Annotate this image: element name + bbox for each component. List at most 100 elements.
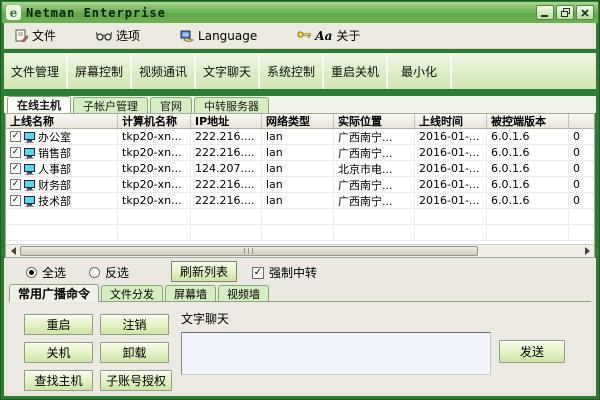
computer-name: tkp20-xn... xyxy=(118,161,191,177)
menu-options[interactable]: 选项 xyxy=(93,25,143,47)
computer-name: tkp20-xn... xyxy=(118,129,191,145)
menu-bar: 文件 选项 Language Aa 关于 xyxy=(4,23,596,49)
online-time: 2016-01-... xyxy=(415,129,487,145)
network-type: lan xyxy=(262,129,334,145)
toolbar-text-chat[interactable]: 文字聊天 xyxy=(196,53,260,89)
chat-label: 文字聊天 xyxy=(181,310,229,327)
extra-value: 0 xyxy=(569,193,594,209)
row-checkbox[interactable]: ✓ xyxy=(10,179,21,190)
extra-value: 0 xyxy=(569,129,594,145)
col-online-time[interactable]: 上线时间 xyxy=(415,114,487,129)
scroll-right-arrow[interactable] xyxy=(580,245,594,257)
ip-address: 222.216.... xyxy=(191,129,262,145)
table-body: ✓办公室 tkp20-xn... 222.216.... lan 广西南宁...… xyxy=(6,129,594,244)
row-checkbox[interactable]: ✓ xyxy=(10,195,21,206)
tab-video-wall[interactable]: 视频墙 xyxy=(218,285,269,302)
row-checkbox[interactable]: ✓ xyxy=(10,131,21,142)
radio-invert-select-dot[interactable] xyxy=(89,267,100,278)
app-logo-icon: e xyxy=(6,5,21,20)
send-button[interactable]: 发送 xyxy=(499,340,565,363)
scrollbar-track[interactable] xyxy=(478,245,580,257)
tab-official-site[interactable]: 官网 xyxy=(150,97,192,113)
radio-invert-select[interactable]: 反选 xyxy=(89,264,129,281)
tab-broadcast-commands[interactable]: 常用广播命令 xyxy=(9,284,99,302)
empty-row xyxy=(6,209,594,225)
toolbar-minimize[interactable]: 最小化 xyxy=(388,53,452,89)
key-icon xyxy=(297,31,311,40)
menu-about[interactable]: Aa 关于 xyxy=(294,25,363,47)
restart-button[interactable]: 重启 xyxy=(24,314,93,335)
menu-file[interactable]: 文件 xyxy=(12,25,59,47)
tab-screen-wall[interactable]: 屏幕墙 xyxy=(165,285,216,302)
client-version: 6.0.1.6 xyxy=(487,161,569,177)
radio-select-all[interactable]: 全选 xyxy=(26,264,66,281)
force-relay-checkbox-group[interactable]: ✓ 强制中转 xyxy=(252,264,317,281)
close-button[interactable] xyxy=(576,5,594,20)
client-version: 6.0.1.6 xyxy=(487,145,569,161)
host-name: 人事部 xyxy=(38,161,71,177)
computer-name: tkp20-xn... xyxy=(118,145,191,161)
location: 广西南宁... xyxy=(334,145,415,161)
glasses-icon xyxy=(96,31,112,41)
restore-button[interactable] xyxy=(556,5,574,20)
host-table: 上线名称 计算机名称 IP地址 网络类型 实际位置 上线时间 被控端版本 ✓办公… xyxy=(5,113,595,258)
scroll-left-arrow[interactable] xyxy=(6,245,20,257)
col-location[interactable]: 实际位置 xyxy=(334,114,415,129)
online-time: 2016-01-... xyxy=(415,145,487,161)
network-type: lan xyxy=(262,193,334,209)
table-row[interactable]: ✓财务部 tkp20-xn... 222.216.... lan 广西南宁...… xyxy=(6,177,594,193)
uninstall-button[interactable]: 卸载 xyxy=(100,342,169,363)
logoff-button[interactable]: 注销 xyxy=(100,314,169,335)
tab-subaccount-manage[interactable]: 子帐户管理 xyxy=(73,97,148,113)
col-online-name[interactable]: 上线名称 xyxy=(6,114,118,129)
minimize-button[interactable] xyxy=(536,5,554,20)
col-computer-name[interactable]: 计算机名称 xyxy=(118,114,191,129)
about-aa-icon: Aa xyxy=(315,29,332,43)
window-title: Netman Enterprise xyxy=(26,6,166,20)
shutdown-button[interactable]: 关机 xyxy=(24,342,93,363)
toolbar-screen-control[interactable]: 屏幕控制 xyxy=(68,53,132,89)
toolbar-system-control[interactable]: 系统控制 xyxy=(260,53,324,89)
table-row[interactable]: ✓办公室 tkp20-xn... 222.216.... lan 广西南宁...… xyxy=(6,129,594,145)
row-checkbox[interactable]: ✓ xyxy=(10,163,21,174)
table-row[interactable]: ✓人事部 tkp20-xn... 124.207.... lan 北京市电...… xyxy=(6,161,594,177)
refresh-list-button[interactable]: 刷新列表 xyxy=(171,261,237,282)
table-row[interactable]: ✓技术部 tkp20-xn... 222.216.... lan 广西南宁...… xyxy=(6,193,594,209)
tab-file-distribution[interactable]: 文件分发 xyxy=(101,285,163,302)
force-relay-checkbox[interactable]: ✓ xyxy=(252,267,264,279)
col-network-type[interactable]: 网络类型 xyxy=(262,114,334,129)
tab-relay-server[interactable]: 中转服务器 xyxy=(194,97,269,113)
location: 广西南宁... xyxy=(334,129,415,145)
menu-language-label: Language xyxy=(198,29,257,43)
location: 广西南宁... xyxy=(334,193,415,209)
subaccount-auth-button[interactable]: 子账号授权 xyxy=(100,370,172,391)
online-time: 2016-01-... xyxy=(415,161,487,177)
menu-language[interactable]: Language xyxy=(177,25,260,47)
bottom-tab-strip: 常用广播命令 文件分发 屏幕墙 视频墙 xyxy=(9,284,271,302)
toolbar-video-comm[interactable]: 视频通讯 xyxy=(132,53,196,89)
network-type: lan xyxy=(262,161,334,177)
scrollbar-thumb[interactable] xyxy=(20,246,478,256)
find-host-button[interactable]: 查找主机 xyxy=(24,370,93,391)
radio-select-all-dot[interactable] xyxy=(26,267,37,278)
computer-icon xyxy=(23,147,36,159)
broadcast-commands-panel: 重启 注销 关机 卸载 查找主机 子账号授权 文字聊天 发送 xyxy=(9,301,591,392)
toolbar-restart-shutdown[interactable]: 重启关机 xyxy=(324,53,388,89)
selection-controls: 全选 反选 刷新列表 ✓ 强制中转 xyxy=(4,258,596,284)
host-name: 销售部 xyxy=(38,145,71,161)
row-checkbox[interactable]: ✓ xyxy=(10,147,21,158)
chat-input[interactable] xyxy=(181,332,491,375)
toolbar-file-manage[interactable]: 文件管理 xyxy=(4,53,68,89)
col-extra xyxy=(569,114,594,129)
col-client-version[interactable]: 被控端版本 xyxy=(487,114,569,129)
computer-icon xyxy=(23,195,36,207)
client-version: 6.0.1.6 xyxy=(487,193,569,209)
ip-address: 222.216.... xyxy=(191,177,262,193)
menu-file-label: 文件 xyxy=(32,27,56,44)
menu-about-label: 关于 xyxy=(336,27,360,44)
ip-address: 222.216.... xyxy=(191,193,262,209)
tab-online-hosts[interactable]: 在线主机 xyxy=(7,96,71,113)
app-window: e Netman Enterprise 文件 选项 xyxy=(0,0,600,400)
table-row[interactable]: ✓销售部 tkp20-xn... 222.216.... lan 广西南宁...… xyxy=(6,145,594,161)
col-ip-address[interactable]: IP地址 xyxy=(191,114,262,129)
